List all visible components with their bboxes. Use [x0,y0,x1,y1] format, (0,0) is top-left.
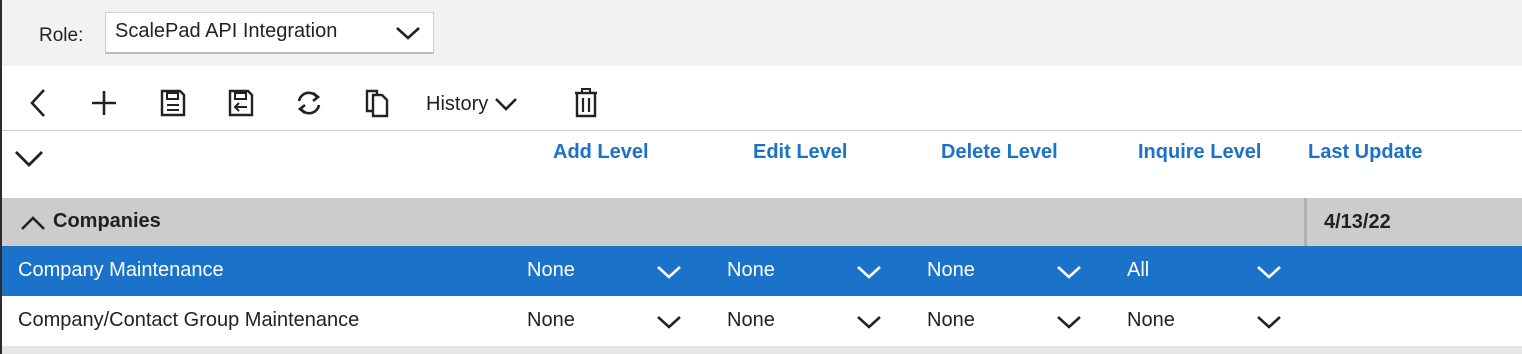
chevron-down-icon [495,98,518,111]
add-level-value: None [527,309,575,331]
chevron-left-icon [30,89,45,117]
role-select-value: ScalePad API Integration [115,20,338,42]
save-and-close-icon [228,89,254,117]
column-header-row: Add Level Edit Level Delete Level Inquir… [2,131,1522,198]
group-row-companies[interactable]: Companies 4/13/22 [2,198,1522,246]
inquire-level-value: All [1127,259,1150,281]
plus-icon [92,91,116,115]
role-select[interactable]: ScalePad API Integration [105,12,434,54]
table-row[interactable]: Company Maintenance None None None All [2,246,1522,296]
delete-level-select[interactable]: None [927,246,1082,296]
save-and-close-button[interactable] [224,86,258,120]
delete-level-select[interactable]: None [927,296,1082,346]
collapse-all-chevron-down-icon[interactable] [14,149,44,169]
role-bar: Role: ScalePad API Integration [2,0,1522,66]
inquire-level-value: None [1127,309,1175,331]
chevron-down-icon [1057,266,1081,279]
copy-button[interactable] [360,86,394,120]
edit-level-value: None [727,259,775,281]
delete-level-value: None [927,259,975,281]
group-last-update: 4/13/22 [1324,211,1391,233]
row-name: Company Maintenance [18,259,224,281]
role-label: Role: [39,25,84,46]
group-title: Companies [53,210,161,232]
chevron-down-icon [1257,266,1281,279]
chevron-down-icon [657,316,681,329]
add-level-select[interactable]: None [527,296,682,346]
delete-button[interactable] [570,86,602,120]
bottom-strip [2,346,1522,354]
column-inquire-level[interactable]: Inquire Level [1138,141,1261,164]
chevron-down-icon [857,316,881,329]
chevron-down-icon [657,266,681,279]
add-level-value: None [527,259,575,281]
history-dropdown[interactable]: History [426,90,518,118]
delete-level-value: None [927,309,975,331]
table-row[interactable]: Company/Contact Group Maintenance None N… [2,296,1522,346]
copy-icon [365,89,389,118]
refresh-icon [297,91,321,115]
chevron-down-icon [857,266,881,279]
inquire-level-select[interactable]: All [1127,246,1282,296]
group-last-update-cell: 4/13/22 [1304,198,1522,246]
add-level-select[interactable]: None [527,246,682,296]
chevron-down-icon [1057,316,1081,329]
inquire-level-select[interactable]: None [1127,296,1282,346]
back-button[interactable] [24,86,52,120]
save-icon [160,89,186,117]
chevron-up-icon[interactable] [20,215,46,231]
chevron-down-icon [396,27,420,40]
column-delete-level[interactable]: Delete Level [941,141,1058,164]
save-button[interactable] [156,86,190,120]
history-label: History [426,92,489,115]
chevron-down-icon [1257,316,1281,329]
column-edit-level[interactable]: Edit Level [753,141,847,164]
column-last-update[interactable]: Last Update [1308,141,1422,164]
toolbar: History [2,66,1522,130]
column-add-level[interactable]: Add Level [553,141,649,164]
trash-icon [575,88,597,118]
add-button[interactable] [88,86,120,120]
refresh-button[interactable] [292,86,326,120]
edit-level-select[interactable]: None [727,246,882,296]
row-name: Company/Contact Group Maintenance [18,309,360,331]
edit-level-select[interactable]: None [727,296,882,346]
edit-level-value: None [727,309,775,331]
